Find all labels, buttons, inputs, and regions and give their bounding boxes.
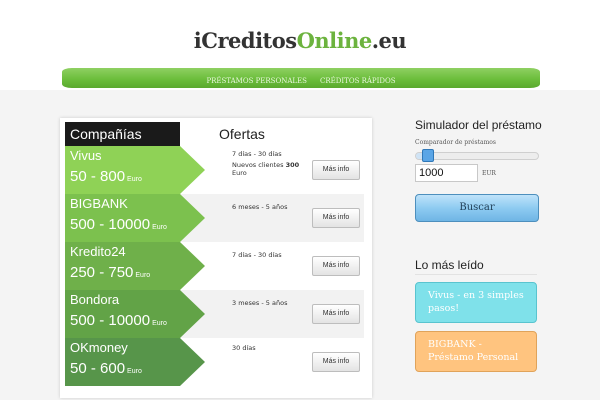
offer-term: 7 días - 30 días bbox=[232, 150, 282, 158]
amount-range: 250 - 750 bbox=[70, 264, 134, 281]
offer-term: 3 meses - 5 años bbox=[232, 299, 288, 307]
simulator-label: Comparador de préstamos bbox=[415, 139, 496, 146]
amount-unit: Euro bbox=[152, 320, 167, 327]
divider bbox=[415, 274, 537, 275]
offer-extra-suffix: Euro bbox=[232, 169, 247, 177]
company-amount: 500 - 10000 Euro bbox=[70, 216, 167, 233]
simulator-title: Simulador del préstamo bbox=[415, 118, 542, 132]
offer-details: 7 días - 30 días Nuevos clientes 300 Eur… bbox=[232, 150, 308, 177]
offer-details: 7 días - 30 días bbox=[232, 251, 308, 259]
header-companies: Compañías bbox=[65, 122, 180, 146]
table-row: Bondora 500 - 10000 Euro 3 meses - 5 años… bbox=[65, 290, 364, 338]
most-read-card-bigbank[interactable]: BIGBANK - Préstamo Personal bbox=[415, 331, 537, 372]
most-read-title: Lo más leído bbox=[415, 258, 484, 272]
logo-part-1: iCreditos bbox=[193, 28, 297, 53]
offer-extra-prefix: Nuevos clientes bbox=[232, 161, 286, 169]
amount-unit: Euro bbox=[135, 272, 151, 279]
mas-info-button[interactable]: Más info bbox=[312, 208, 360, 228]
logo-part-2: Online bbox=[296, 28, 373, 53]
offer-details: 3 meses - 5 años bbox=[232, 299, 308, 307]
table-row: BIGBANK 500 - 10000 Euro 6 meses - 5 años… bbox=[65, 194, 364, 242]
offer-term: 6 meses - 5 años bbox=[232, 203, 288, 211]
header-offers: Ofertas bbox=[219, 126, 265, 142]
offer-details: 30 días bbox=[232, 344, 308, 352]
mas-info-button[interactable]: Más info bbox=[312, 160, 360, 180]
table-row: OKmoney 50 - 600 Euro 30 días Más info bbox=[65, 338, 364, 386]
amount-input[interactable] bbox=[415, 164, 478, 182]
company-amount: 50 - 800 Euro bbox=[70, 168, 142, 185]
table-row: Vivus 50 - 800 Euro 7 días - 30 días Nuev… bbox=[65, 146, 364, 194]
company-arrow: OKmoney 50 - 600 Euro bbox=[65, 338, 205, 386]
company-name[interactable]: OKmoney bbox=[70, 340, 128, 355]
amount-unit: Euro bbox=[152, 224, 167, 231]
nav-item-prestamos[interactable]: PRÉSTAMOS PERSONALES bbox=[206, 71, 307, 91]
amount-range: 500 - 10000 bbox=[70, 312, 151, 329]
amount-range: 50 - 600 bbox=[70, 360, 126, 377]
offer-extra: Nuevos clientes 300 Euro bbox=[232, 161, 308, 177]
company-arrow: Bondora 500 - 10000 Euro bbox=[65, 290, 205, 338]
company-arrow: Vivus 50 - 800 Euro bbox=[65, 146, 205, 194]
company-arrow: Kredito24 250 - 750 Euro bbox=[65, 242, 205, 290]
mas-info-button[interactable]: Más info bbox=[312, 304, 360, 324]
amount-unit: Euro bbox=[127, 176, 142, 183]
table-row: Kredito24 250 - 750 Euro 7 días - 30 días… bbox=[65, 242, 364, 290]
amount-range: 50 - 800 bbox=[70, 168, 126, 185]
table-header: Compañías Ofertas bbox=[65, 122, 368, 146]
company-name[interactable]: Bondora bbox=[70, 292, 119, 307]
currency-label: EUR bbox=[482, 170, 496, 177]
company-arrow: BIGBANK 500 - 10000 Euro bbox=[65, 194, 205, 242]
offer-term: 7 días - 30 días bbox=[232, 251, 282, 259]
site-logo[interactable]: iCreditosOnline.eu bbox=[0, 28, 600, 53]
mas-info-button[interactable]: Más info bbox=[312, 352, 360, 372]
mas-info-button[interactable]: Más info bbox=[312, 256, 360, 276]
company-name[interactable]: Kredito24 bbox=[70, 244, 126, 259]
nav-item-creditos[interactable]: CRÉDITOS RÁPIDOS bbox=[320, 71, 396, 91]
amount-unit: Euro bbox=[127, 368, 142, 375]
most-read-card-vivus[interactable]: Vivus - en 3 simples pasos! bbox=[415, 282, 537, 323]
main-nav: PRÉSTAMOS PERSONALES CRÉDITOS RÁPIDOS bbox=[62, 68, 540, 88]
logo-part-3: .eu bbox=[371, 28, 407, 53]
offer-details: 6 meses - 5 años bbox=[232, 203, 308, 211]
company-name[interactable]: Vivus bbox=[70, 148, 102, 163]
company-amount: 250 - 750 Euro bbox=[70, 264, 150, 281]
amount-range: 500 - 10000 bbox=[70, 216, 151, 233]
company-amount: 500 - 10000 Euro bbox=[70, 312, 167, 329]
company-name[interactable]: BIGBANK bbox=[70, 196, 128, 211]
search-button[interactable]: Buscar bbox=[415, 194, 539, 222]
company-amount: 50 - 600 Euro bbox=[70, 360, 142, 377]
slider-handle[interactable] bbox=[422, 149, 434, 162]
offer-term: 30 días bbox=[232, 344, 256, 352]
offer-extra-bold: 300 bbox=[285, 161, 300, 169]
